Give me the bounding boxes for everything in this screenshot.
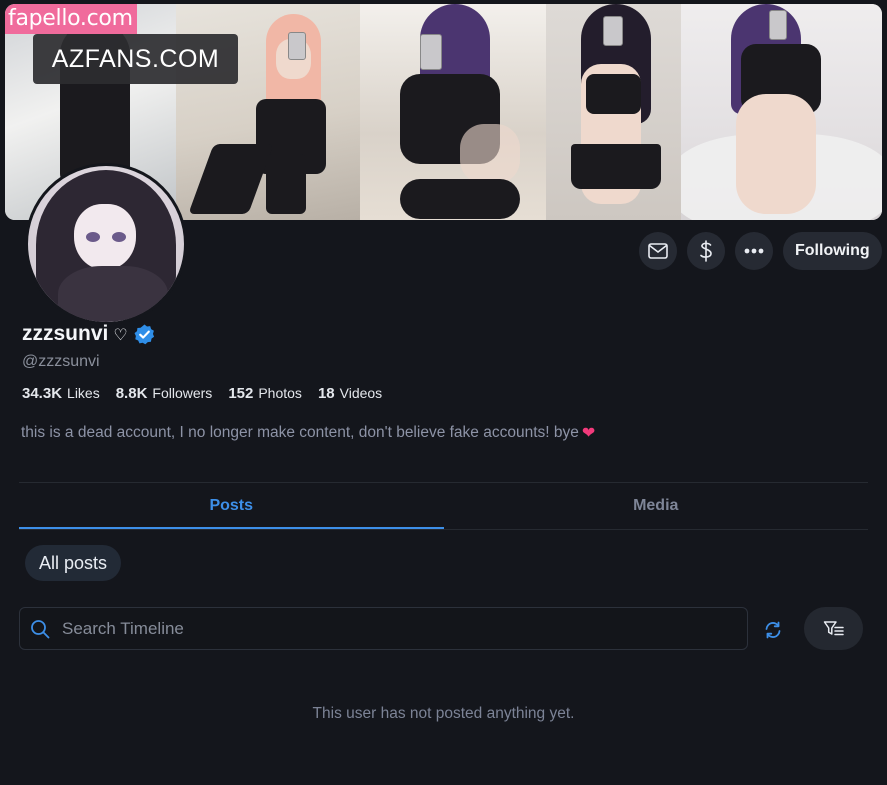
tip-button[interactable] xyxy=(687,232,725,270)
banner-photo-3 xyxy=(360,4,546,220)
stat-label: Likes xyxy=(67,385,100,401)
bio: this is a dead account, I no longer make… xyxy=(21,423,595,442)
banner-photo-4 xyxy=(546,4,681,220)
display-name-row: zzzsunvi ♡ xyxy=(22,322,156,346)
search-input[interactable] xyxy=(60,617,714,640)
display-name: zzzsunvi xyxy=(22,322,109,345)
handle: @zzzsunvi xyxy=(22,353,100,370)
message-button[interactable] xyxy=(639,232,677,270)
banner-photo-5 xyxy=(681,4,882,220)
ellipsis-icon xyxy=(744,248,764,254)
divider xyxy=(19,529,868,530)
following-button[interactable]: Following xyxy=(783,232,882,270)
name-heart: ♡ xyxy=(113,324,128,344)
filter-button[interactable] xyxy=(804,607,863,650)
filter-icon xyxy=(823,620,844,635)
stat-videos[interactable]: 18 Videos xyxy=(318,385,382,402)
stat-value: 18 xyxy=(317,385,335,402)
tab-media[interactable]: Media xyxy=(444,483,869,529)
heart-emoji: ❤ xyxy=(581,423,596,442)
watermark-azfans: AZFANS.COM xyxy=(33,34,238,84)
refresh-button[interactable] xyxy=(760,617,786,643)
stat-followers: 8.8K Followers xyxy=(116,385,213,402)
verified-badge-icon xyxy=(134,323,154,344)
dollar-icon xyxy=(700,240,712,262)
all-posts-chip[interactable]: All posts xyxy=(25,545,122,581)
profile-actions: Following xyxy=(639,232,882,270)
stat-photos[interactable]: 152 Photos xyxy=(228,385,302,402)
watermark-fapello: fapello.com xyxy=(5,4,137,34)
stat-likes: 34.3K Likes xyxy=(22,385,100,402)
stat-label: Videos xyxy=(339,385,383,401)
stat-value: 34.3K xyxy=(22,385,63,402)
stat-label: Photos xyxy=(258,385,302,401)
profile-tabs: Posts Media xyxy=(19,483,868,529)
stat-value: 152 xyxy=(228,385,254,402)
avatar[interactable] xyxy=(25,163,187,325)
more-button[interactable] xyxy=(735,232,773,270)
refresh-icon xyxy=(765,621,781,639)
search-icon xyxy=(20,619,60,639)
stat-value: 8.8K xyxy=(115,385,148,402)
stat-label: Followers xyxy=(152,385,213,401)
search-bar xyxy=(19,607,748,650)
empty-state-message: This user has not posted anything yet. xyxy=(312,705,575,722)
profile-stats: 34.3K Likes 8.8K Followers 152 Photos 18 Vid… xyxy=(22,385,382,402)
tab-posts[interactable]: Posts xyxy=(19,483,444,529)
mail-icon xyxy=(648,243,668,259)
bio-text: this is a dead account, I no longer make… xyxy=(21,423,579,441)
